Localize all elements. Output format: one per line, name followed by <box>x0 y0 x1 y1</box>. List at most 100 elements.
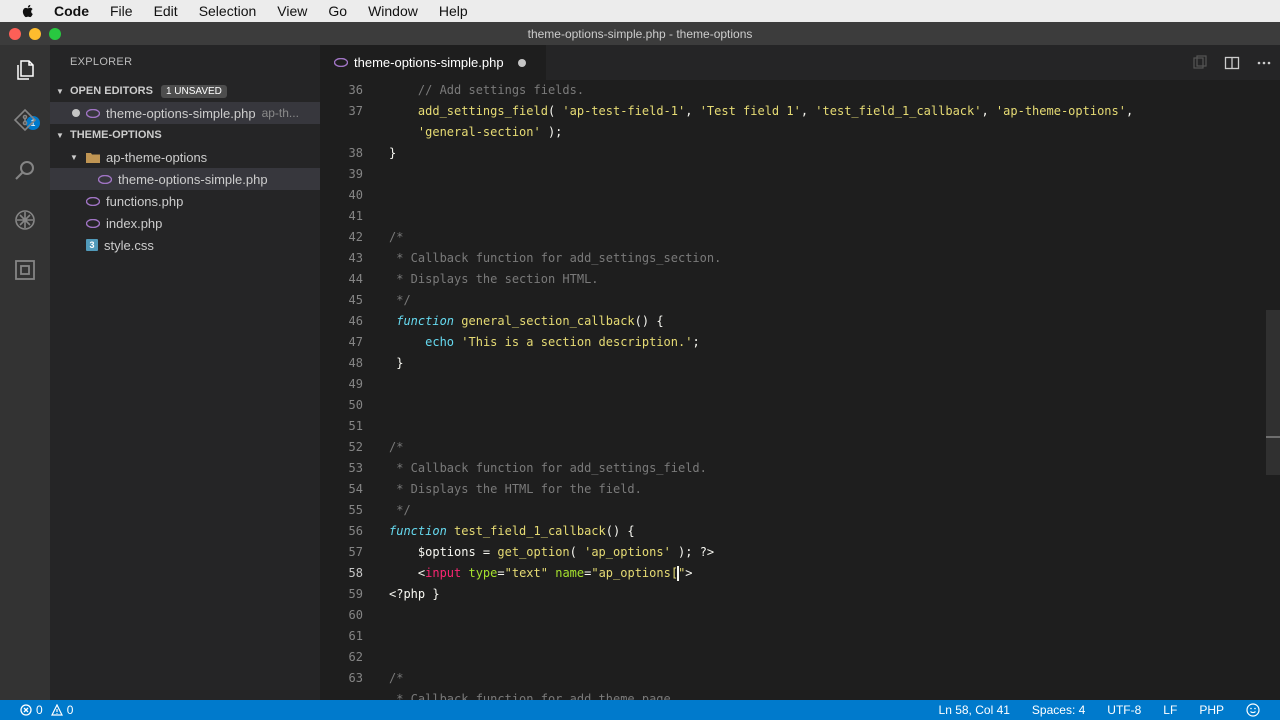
code-line[interactable]: 52 /* <box>320 437 1268 458</box>
extensions-icon[interactable] <box>13 258 37 282</box>
code-token: type <box>468 566 498 580</box>
code-line[interactable]: 47 echo 'This is a section description.'… <box>320 332 1268 353</box>
code-text: // Add settings fields. <box>389 80 584 101</box>
code-line[interactable]: 36 // Add settings fields. <box>320 80 1268 101</box>
code-line[interactable]: 56 function test_field_1_callback() { <box>320 521 1268 542</box>
code-token: <?php } <box>389 587 440 601</box>
menu-edit[interactable]: Edit <box>154 3 178 19</box>
apple-logo-icon[interactable] <box>20 3 36 19</box>
file-item-theme-options-simple[interactable]: theme-options-simple.php <box>50 168 320 190</box>
code-line[interactable]: 53 * Callback function for add_settings_… <box>320 458 1268 479</box>
code-editor[interactable]: 36 // Add settings fields. 37 add_setting… <box>320 80 1280 700</box>
menu-view[interactable]: View <box>277 3 307 19</box>
line-number: 56 <box>348 524 363 538</box>
code-token: 'ap-test-field-1' <box>562 104 686 118</box>
code-line[interactable]: 40 <box>320 185 1268 206</box>
code-token: test_field_1_callback <box>454 524 606 538</box>
menu-app-name[interactable]: Code <box>54 3 89 19</box>
end-of-line[interactable]: LF <box>1163 703 1177 717</box>
code-line[interactable]: 55 */ <box>320 500 1268 521</box>
open-editor-item[interactable]: theme-options-simple.php ap-th... <box>50 102 320 124</box>
code-line[interactable]: 63 /* <box>320 668 1268 689</box>
code-token: echo <box>389 335 455 349</box>
code-line[interactable]: 50 <box>320 395 1268 416</box>
tab-bar: theme-options-simple.php <box>320 45 1280 80</box>
unsaved-dot-icon[interactable] <box>72 109 80 117</box>
window-maximize-button[interactable] <box>49 28 61 40</box>
code-token: } <box>389 146 397 160</box>
code-line[interactable]: 39 <box>320 164 1268 185</box>
code-line[interactable]: 58 <input type="text" name="ap_options["… <box>320 563 1268 584</box>
scrollbar-thumb[interactable] <box>1266 310 1280 475</box>
code-line[interactable]: 44 * Displays the section HTML. <box>320 269 1268 290</box>
code-line[interactable]: 46 function general_section_callback() { <box>320 311 1268 332</box>
php-file-icon <box>86 218 100 228</box>
source-control-icon[interactable] <box>13 108 37 132</box>
language-mode[interactable]: PHP <box>1199 703 1224 717</box>
code-line[interactable]: 57 $options = get_option( 'ap_options' )… <box>320 542 1268 563</box>
code-text: function test_field_1_callback() { <box>389 521 635 542</box>
open-editors-label: OPEN EDITORS <box>70 85 153 97</box>
indentation[interactable]: Spaces: 4 <box>1032 703 1085 717</box>
line-number: 49 <box>348 377 363 391</box>
smiley-feedback-icon[interactable] <box>1246 703 1260 717</box>
problems-indicator[interactable]: 0 0 <box>0 703 73 717</box>
code-line[interactable]: 45 */ <box>320 290 1268 311</box>
code-line[interactable]: * Callback function for add_theme_page. <box>320 689 1268 700</box>
code-token: () { <box>605 524 635 538</box>
line-number: 36 <box>348 83 363 97</box>
file-item-style[interactable]: 3 style.css <box>50 234 320 256</box>
warning-icon <box>50 704 63 716</box>
error-icon <box>20 704 32 716</box>
code-line[interactable]: 41 <box>320 206 1268 227</box>
code-token: , <box>800 104 816 118</box>
code-line[interactable]: 49 <box>320 374 1268 395</box>
file-item-functions[interactable]: functions.php <box>50 190 320 212</box>
code-line[interactable]: 43 * Callback function for add_settings_… <box>320 248 1268 269</box>
code-token: /* <box>389 440 404 454</box>
search-icon[interactable] <box>13 158 37 182</box>
code-line[interactable]: 51 <box>320 416 1268 437</box>
project-header[interactable]: ▼ THEME-OPTIONS <box>50 124 320 146</box>
folder-icon <box>86 152 100 163</box>
editor-scrollbar[interactable] <box>1266 80 1280 700</box>
open-changes-icon[interactable] <box>1192 55 1208 71</box>
tab-theme-options-simple[interactable]: theme-options-simple.php <box>320 45 546 80</box>
code-line[interactable]: 38} <box>320 143 1268 164</box>
line-number: 60 <box>348 608 363 622</box>
php-file-icon <box>334 58 348 67</box>
file-item-index[interactable]: index.php <box>50 212 320 234</box>
window-close-button[interactable] <box>9 28 21 40</box>
error-count: 0 <box>36 703 43 717</box>
code-line[interactable]: 48 } <box>320 353 1268 374</box>
code-line[interactable]: 42 /* <box>320 227 1268 248</box>
menu-window[interactable]: Window <box>368 3 418 19</box>
code-line[interactable]: 37 add_settings_field( 'ap-test-field-1'… <box>320 101 1268 122</box>
more-actions-icon[interactable] <box>1256 55 1272 71</box>
debug-icon[interactable] <box>13 208 37 232</box>
split-editor-icon[interactable] <box>1224 55 1240 71</box>
explorer-icon[interactable] <box>13 58 37 82</box>
code-token: */ <box>389 293 411 307</box>
window-minimize-button[interactable] <box>29 28 41 40</box>
code-text: /* <box>389 437 403 458</box>
chevron-down-icon: ▼ <box>56 86 64 96</box>
code-line[interactable]: 62 <box>320 647 1268 668</box>
menu-help[interactable]: Help <box>439 3 468 19</box>
code-line[interactable]: 59 <?php } <box>320 584 1268 605</box>
folder-label: ap-theme-options <box>106 149 208 165</box>
cursor-position[interactable]: Ln 58, Col 41 <box>939 703 1010 717</box>
encoding[interactable]: UTF-8 <box>1107 703 1141 717</box>
menu-go[interactable]: Go <box>328 3 347 19</box>
menu-selection[interactable]: Selection <box>199 3 257 19</box>
code-line[interactable]: 61 <box>320 626 1268 647</box>
folder-item[interactable]: ▼ ap-theme-options <box>50 146 320 168</box>
menu-file[interactable]: File <box>110 3 133 19</box>
code-line[interactable]: 60 <box>320 605 1268 626</box>
code-token: name <box>555 566 585 580</box>
php-file-icon <box>98 174 112 184</box>
code-line[interactable]: 54 * Displays the HTML for the field. <box>320 479 1268 500</box>
unsaved-dot-icon[interactable] <box>517 58 526 67</box>
open-editors-header[interactable]: ▼ OPEN EDITORS 1 UNSAVED <box>50 80 320 102</box>
code-line[interactable]: 'general-section' ); <box>320 122 1268 143</box>
